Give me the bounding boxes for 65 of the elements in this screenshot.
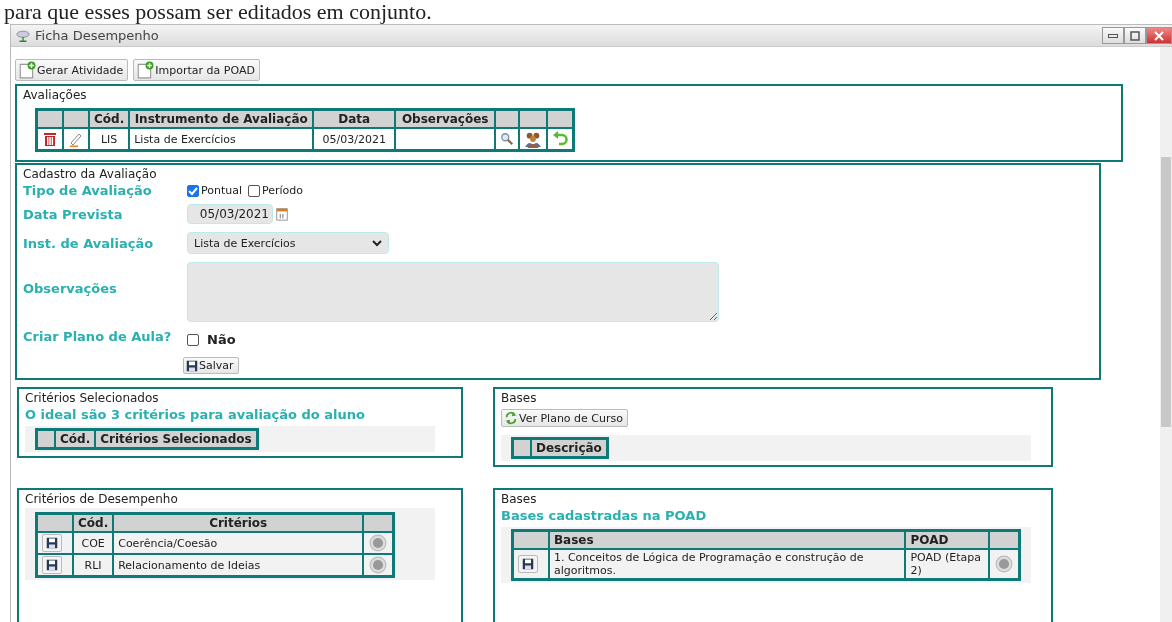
column-header: Cód. — [73, 513, 114, 532]
chevron-down-icon — [372, 239, 382, 247]
checkbox[interactable] — [187, 333, 199, 346]
field-label: Inst. de Avaliação — [23, 235, 155, 251]
column-header: Critérios — [113, 513, 364, 532]
field-label: Tipo de Avaliação — [23, 183, 153, 198]
cloud-icon — [15, 28, 31, 43]
panel-title: Critérios Selecionados — [25, 391, 160, 405]
document-plus-icon — [136, 61, 155, 79]
panel-title: Bases — [501, 391, 538, 405]
column-header: POAD — [905, 530, 989, 549]
hint-text: Bases cadastradas na POAD — [501, 508, 708, 523]
checkbox[interactable] — [248, 184, 261, 197]
checkbox[interactable] — [187, 184, 199, 197]
checkbox-label: Pontual — [201, 184, 243, 197]
column-header: Bases — [548, 530, 906, 549]
caption-text: para que esses possam ser editados em conjunto. — [3, 0, 432, 24]
minimize-icon — [1108, 33, 1118, 38]
refresh-arrows-icon — [504, 411, 518, 425]
maximize-button[interactable] — [1124, 27, 1146, 44]
observations-field[interactable] — [187, 262, 719, 322]
minimize-button[interactable] — [1102, 27, 1124, 44]
search-icon — [500, 132, 515, 146]
date-field[interactable]: 05/03/2021 — [187, 204, 273, 224]
checkbox-label: Período — [262, 184, 304, 197]
column-header: Instrumento de Avaliação — [129, 109, 314, 128]
pencil-icon — [68, 131, 84, 147]
save-row-button[interactable] — [42, 534, 62, 552]
panel-title: Cadastro da Avaliação — [23, 167, 158, 181]
field-label: Observações — [23, 280, 118, 296]
hint-text: O ideal são 3 critérios para avaliação do aluno — [25, 407, 366, 422]
save-button[interactable]: Salvar — [183, 357, 239, 374]
dropdown[interactable]: Lista de Exercícios — [187, 232, 389, 254]
panel-title: Avaliações — [23, 88, 88, 102]
maximize-icon — [1130, 30, 1140, 41]
radio-circle-icon — [369, 534, 388, 552]
panel-title: Critérios de Desempenho — [25, 492, 179, 506]
column-header: Critérios Selecionados — [95, 429, 258, 449]
column-header: Cód. — [55, 429, 96, 449]
column-header: Descrição — [531, 438, 608, 458]
trash-icon — [42, 131, 58, 147]
view-plan-button[interactable]: Ver Plano de Curso — [501, 409, 628, 427]
table-cell: COE — [73, 532, 114, 554]
people-icon — [524, 130, 543, 148]
save-row-button[interactable] — [42, 556, 62, 574]
field-label: Data Prevista — [23, 206, 124, 222]
table-cell: Coerência/Coesão — [113, 532, 364, 554]
field-label: Criar Plano de Aula? — [23, 329, 173, 344]
toolbar-button[interactable]: Importar da POAD — [133, 59, 260, 81]
checkbox-label: Não — [207, 332, 236, 347]
panel-title: Bases — [501, 492, 538, 506]
calendar-icon — [275, 206, 289, 222]
radio-circle-icon — [369, 556, 388, 574]
undo-arrow-icon — [552, 131, 569, 147]
close-button[interactable] — [1146, 27, 1172, 44]
toolbar-button[interactable]: Gerar Atividade — [15, 59, 129, 81]
column-header: Observações — [395, 109, 496, 128]
radio-circle-icon — [995, 555, 1013, 573]
window-title: Ficha Desempenho — [35, 28, 159, 43]
close-icon — [1154, 30, 1164, 41]
delete-button[interactable] — [42, 131, 58, 147]
column-header: Data — [313, 109, 396, 128]
save-row-button[interactable] — [518, 555, 538, 573]
column-header: Cód. — [89, 109, 130, 128]
document-plus-icon — [18, 61, 36, 79]
